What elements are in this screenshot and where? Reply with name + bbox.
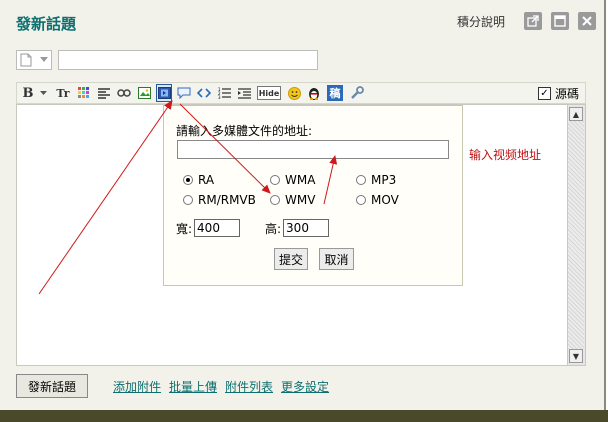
radio-mov[interactable]	[356, 195, 366, 205]
format-option-wma[interactable]: WMA	[270, 173, 315, 187]
format-option-ra[interactable]: RA	[183, 173, 214, 187]
radio-mp3[interactable]	[356, 175, 366, 185]
post-dialog: 發新話題 積分說明 B Tr 1 2 3 Hide 稿 ✓ 源碼 ▲ ▼ 請輸入…	[0, 0, 606, 410]
media-submit-button[interactable]: 提交	[274, 248, 308, 270]
subject-input[interactable]	[58, 50, 318, 70]
media-url-input[interactable]	[177, 140, 449, 159]
add-attachment-link[interactable]: 添加附件	[113, 378, 161, 395]
radio-wmv[interactable]	[270, 195, 280, 205]
scroll-down-arrow-icon[interactable]: ▼	[569, 349, 583, 363]
source-mode-toggle[interactable]: ✓ 源碼	[537, 85, 579, 102]
more-settings-link[interactable]: 更多設定	[281, 378, 329, 395]
height-field: 高: 300	[265, 219, 330, 237]
footer-bar: 發新話題 添加附件 批量上傳 附件列表 更多設定	[16, 374, 337, 398]
tools-icon[interactable]	[349, 85, 365, 101]
bold-button[interactable]: B	[23, 85, 34, 101]
source-mode-checkbox[interactable]: ✓	[537, 87, 551, 100]
radio-wma[interactable]	[270, 175, 280, 185]
format-label-wmv: WMV	[285, 193, 316, 207]
editor-scrollbar[interactable]: ▲ ▼	[567, 105, 585, 365]
color-grid-icon[interactable]	[77, 85, 91, 101]
radio-ra[interactable]	[183, 175, 193, 185]
format-label-wma: WMA	[285, 173, 316, 187]
format-option-wmv[interactable]: WMV	[270, 193, 315, 207]
close-icon[interactable]	[578, 12, 596, 30]
format-label-mp3: MP3	[371, 173, 397, 187]
height-input[interactable]: 300	[283, 219, 330, 237]
svg-text:3: 3	[218, 95, 221, 99]
chevron-down-icon	[40, 57, 48, 62]
image-icon[interactable]	[137, 85, 151, 101]
title-controls: 積分說明	[457, 12, 596, 30]
align-icon[interactable]	[97, 85, 111, 101]
post-type-select[interactable]	[16, 50, 52, 70]
document-icon	[20, 53, 32, 67]
numbered-list-icon[interactable]: 123	[217, 85, 231, 101]
hide-button[interactable]: Hide	[257, 86, 281, 100]
width-label: 寬:	[176, 221, 193, 236]
editor-toolbar: B Tr 123 Hide 稿 ✓ 源碼	[16, 82, 586, 104]
format-label-rmvb: RM/RMVB	[198, 193, 256, 207]
code-icon[interactable]	[197, 85, 211, 101]
link-icon[interactable]	[117, 85, 131, 101]
media-url-dialog: 請輸入多媒體文件的地址: RA WMA MP3 RM/RMVB WMV MOV …	[163, 105, 463, 286]
format-option-mov[interactable]: MOV	[356, 193, 399, 207]
radio-rmvb[interactable]	[183, 195, 193, 205]
font-size-button[interactable]: Tr	[55, 85, 71, 101]
format-option-rmvb[interactable]: RM/RMVB	[183, 193, 256, 207]
format-option-mp3[interactable]: MP3	[356, 173, 396, 187]
smiley-icon[interactable]	[287, 85, 301, 101]
media-url-prompt: 請輸入多媒體文件的地址:	[176, 124, 313, 138]
scroll-up-arrow-icon[interactable]: ▲	[569, 107, 583, 121]
annotation-note: 输入视频地址	[469, 148, 542, 162]
attachment-list-link[interactable]: 附件列表	[225, 378, 273, 395]
dialog-title: 發新話題	[16, 15, 77, 33]
format-label-mov: MOV	[371, 193, 399, 207]
window-bottom-edge	[0, 410, 608, 422]
source-mode-label: 源碼	[554, 87, 579, 101]
media-cancel-button[interactable]: 取消	[319, 248, 354, 270]
submit-post-button[interactable]: 發新話題	[16, 374, 88, 398]
width-field: 寬: 400	[176, 219, 241, 237]
batch-upload-link[interactable]: 批量上傳	[169, 378, 217, 395]
scroll-track[interactable]	[568, 121, 584, 349]
bold-dropdown-icon[interactable]	[39, 85, 47, 101]
quote-icon[interactable]: 稿	[327, 85, 343, 101]
subject-row	[16, 50, 318, 70]
popout-icon[interactable]	[524, 12, 542, 30]
height-label: 高:	[265, 221, 282, 236]
maximize-icon[interactable]	[551, 12, 569, 30]
media-icon[interactable]	[156, 84, 172, 102]
width-input[interactable]: 400	[194, 219, 241, 237]
points-help-link[interactable]: 積分說明	[457, 13, 505, 30]
qq-penguin-icon[interactable]	[307, 85, 321, 101]
indent-icon[interactable]	[237, 85, 251, 101]
format-label-ra: RA	[198, 173, 215, 187]
speech-bubble-icon[interactable]	[177, 85, 191, 101]
